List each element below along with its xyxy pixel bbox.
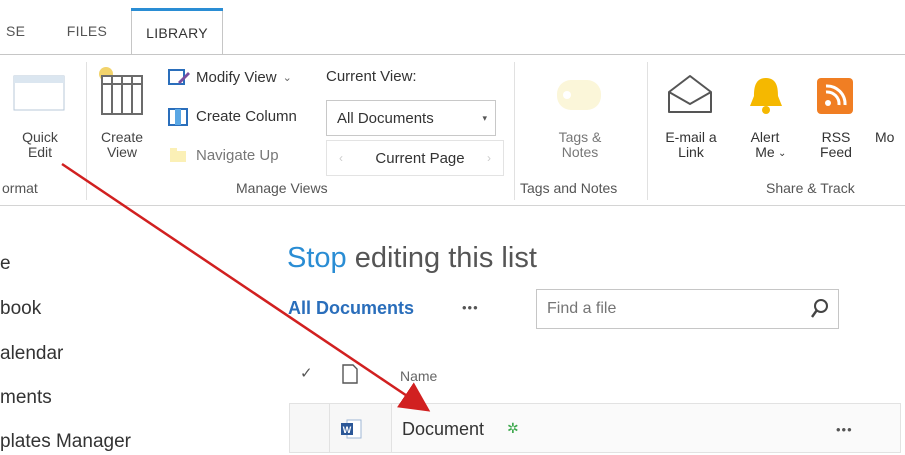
annotation-arrow xyxy=(61,162,431,412)
